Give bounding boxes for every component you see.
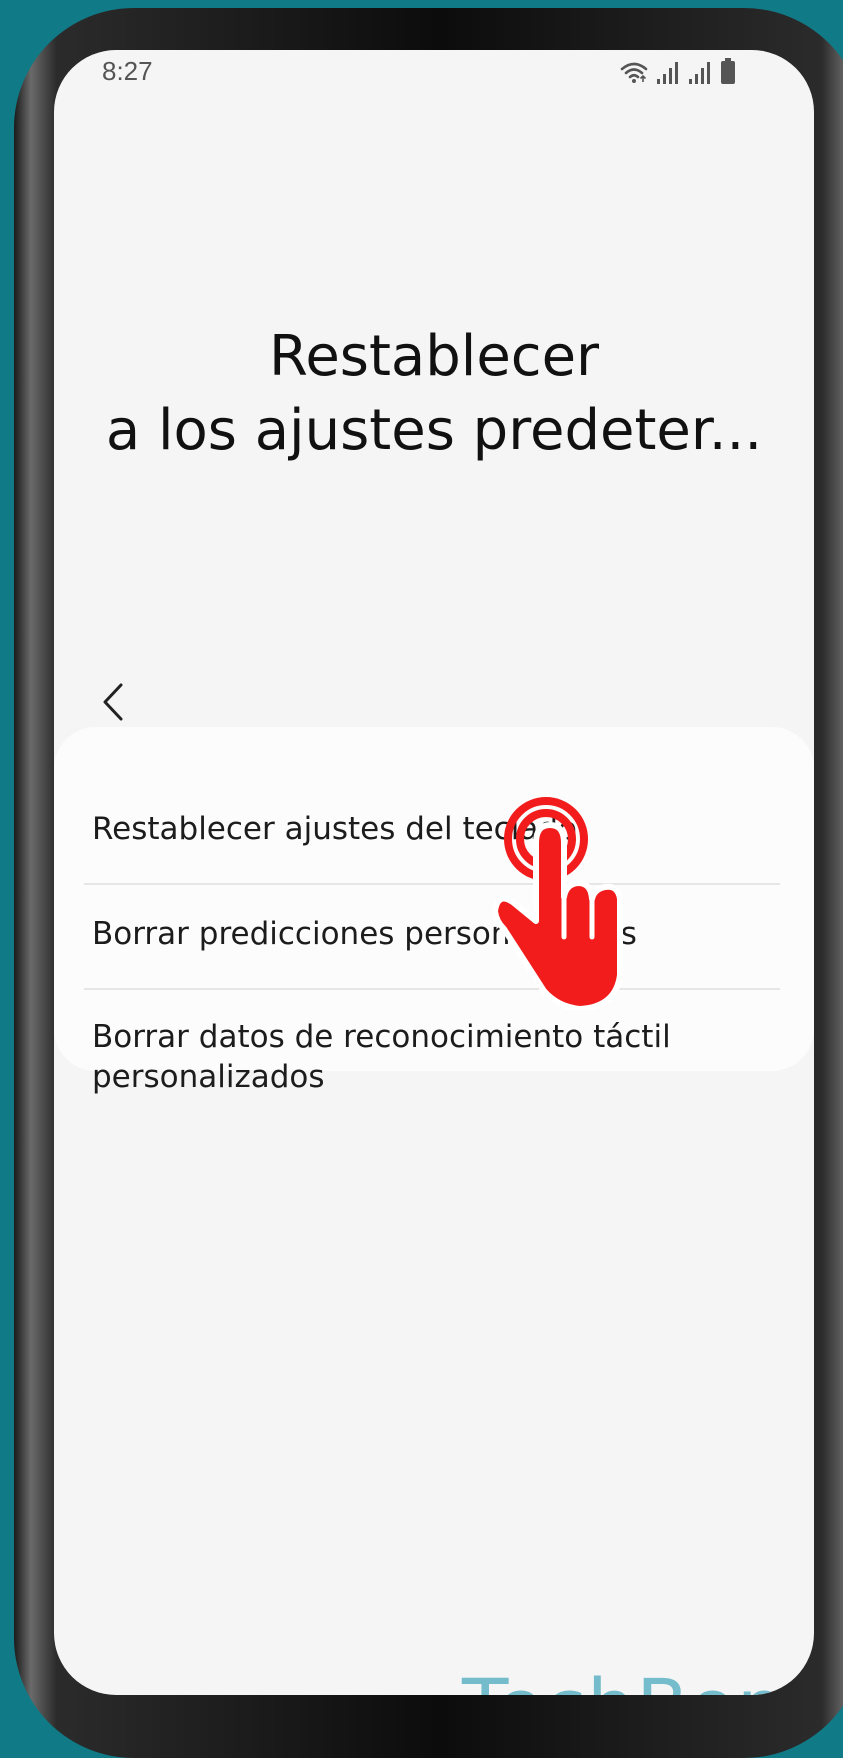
page-title-line-2: a los ajustes predeter... [105, 398, 763, 463]
reset-keyboard-settings-item[interactable]: Restablecer ajustes del teclado [92, 809, 782, 849]
battery-icon [720, 58, 736, 84]
divider [84, 988, 780, 990]
settings-card: Restablecer ajustes del teclado Borrar p… [54, 727, 814, 1095]
phone-screen: 8:27 Restablecer a los ajustes predeter.… [54, 50, 814, 1695]
wifi-icon [620, 60, 648, 84]
status-time: 8:27 [102, 56, 153, 86]
chevron-left-icon [101, 682, 127, 727]
status-bar: 8:27 [54, 50, 814, 110]
page-title: Restablecer a los ajustes predeter... [54, 320, 814, 468]
clear-personalized-predictions-item[interactable]: Borrar predicciones personalizadas [92, 914, 782, 954]
signal-icon [688, 62, 712, 84]
status-icons [620, 58, 736, 84]
back-button[interactable] [90, 680, 138, 728]
page-title-line-1: Restablecer [268, 324, 600, 389]
techbone-watermark: TechBone [462, 1662, 814, 1695]
signal-icon [656, 62, 680, 84]
clear-touch-recognition-data-item[interactable]: Borrar datos de reconocimiento táctil pe… [92, 1017, 782, 1097]
divider [84, 883, 780, 885]
